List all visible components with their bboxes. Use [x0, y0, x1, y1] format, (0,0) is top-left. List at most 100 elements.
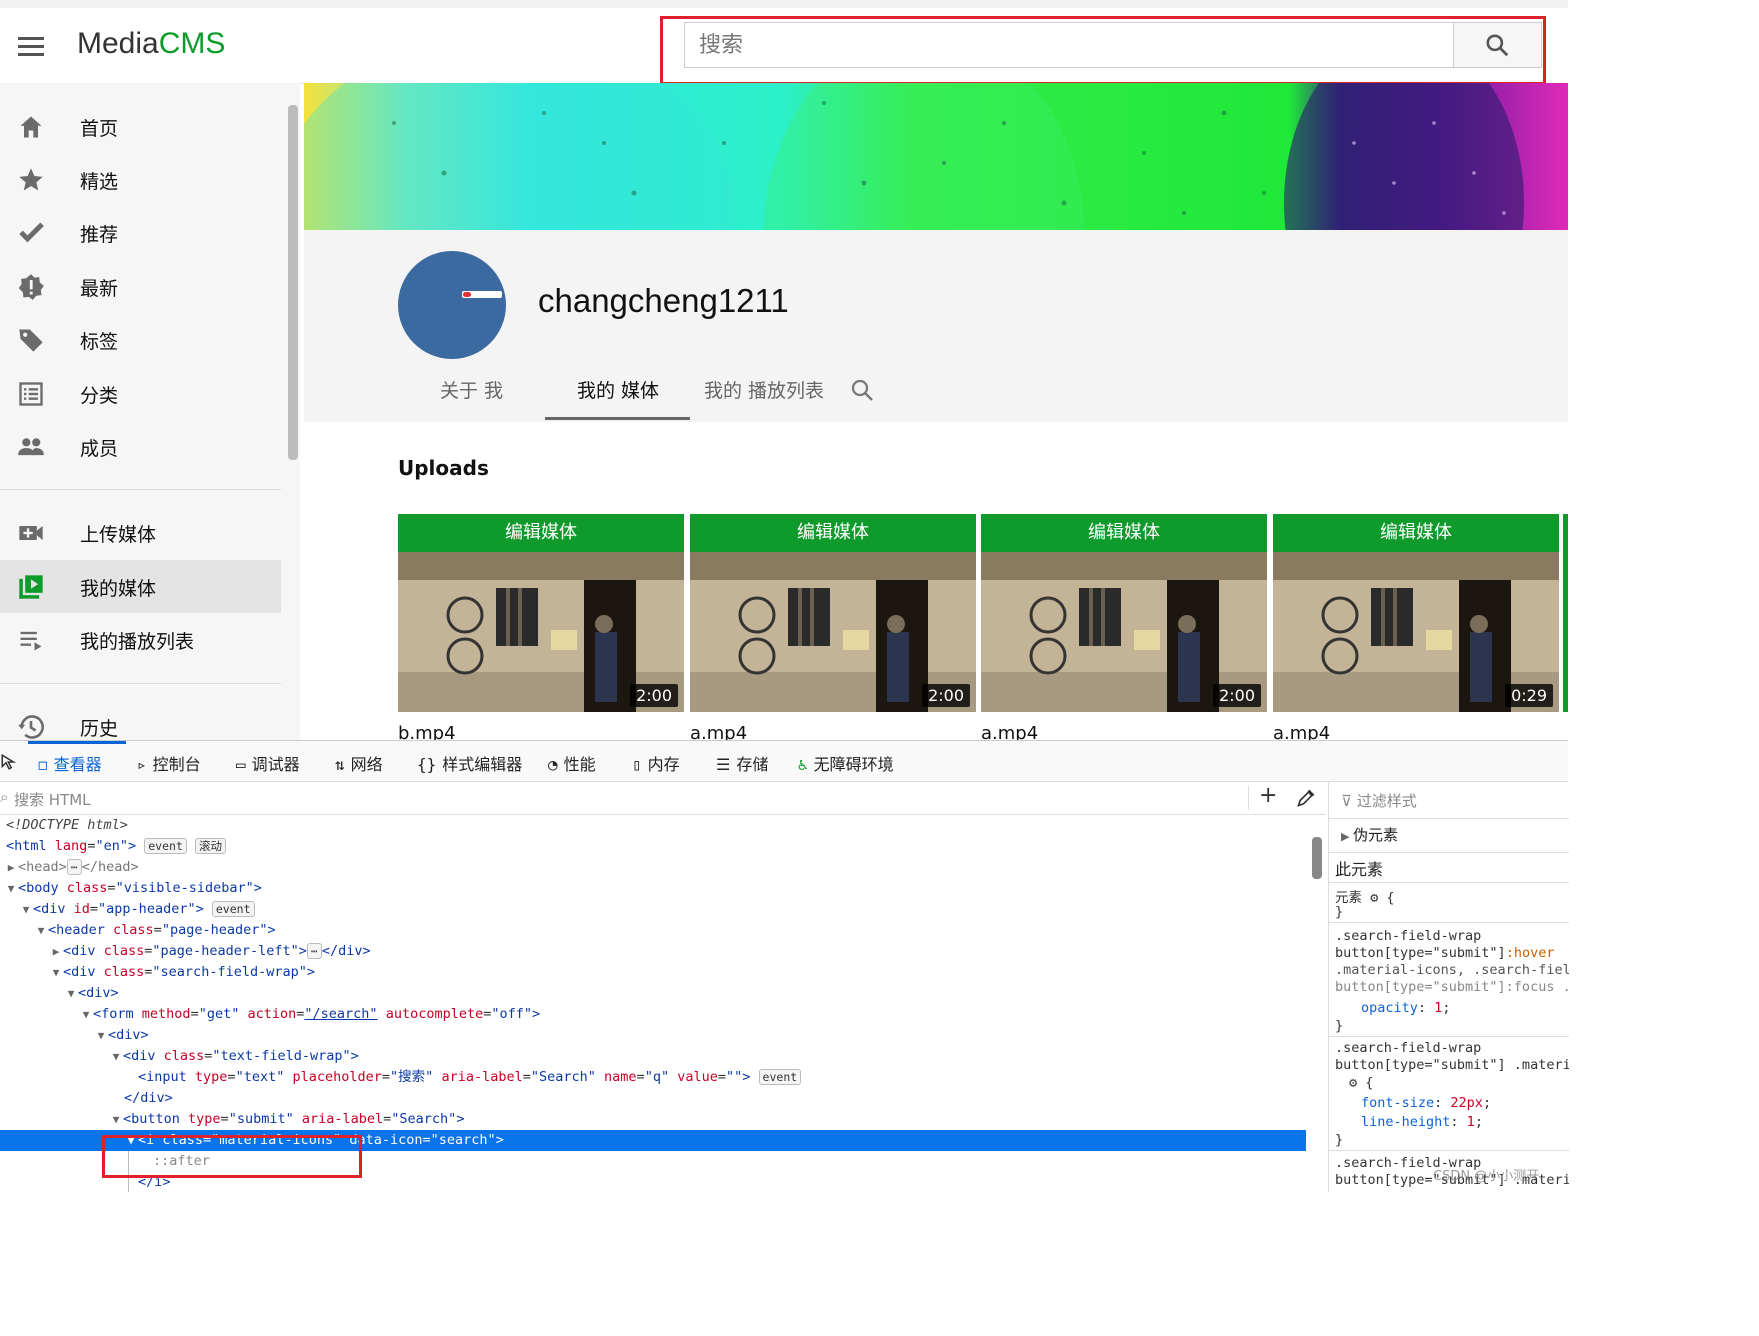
search-html-input[interactable]: 搜索 HTML	[14, 789, 91, 810]
tab-my-playlists[interactable]: 我的 播放列表	[704, 376, 824, 403]
collapse-arrow-icon[interactable]: ▼	[94, 1025, 108, 1046]
rule-selector[interactable]: .search-field-wrap	[1335, 928, 1481, 944]
tag-icon	[19, 329, 43, 352]
tag-close: </div>	[124, 1090, 173, 1106]
logo[interactable]: MediaCMS	[77, 27, 225, 61]
attr-name: lang	[54, 838, 88, 854]
sidebar-item-home[interactable]: 首页	[0, 100, 281, 153]
dom-node-div[interactable]: ▼ <div>	[0, 983, 1306, 1004]
rule-selector[interactable]: button[type="submit"]:focus .	[1335, 979, 1569, 995]
rule-selector[interactable]: .material-icons, .search-fiel	[1335, 962, 1569, 978]
element-picker-icon[interactable]	[0, 753, 18, 771]
scroll-badge[interactable]: 滚动	[195, 838, 227, 854]
sidebar-scrollbar[interactable]	[288, 105, 298, 460]
search-input[interactable]	[685, 23, 1453, 67]
attr-value: "search-field-wrap"	[152, 964, 307, 980]
dom-node-form[interactable]: ▼ <form method="get" action="/search" aut…	[0, 1004, 1306, 1025]
media-thumbnail[interactable]: 2:00	[690, 552, 976, 712]
dom-node-div[interactable]: ▼ <div>	[0, 1025, 1306, 1046]
css-declaration[interactable]: line-height: 1;	[1361, 1114, 1483, 1130]
devtools-tab-memory[interactable]: ▯ 内存	[632, 751, 680, 775]
edit-media-button[interactable]: 编辑媒体	[981, 514, 1267, 552]
devtools-tab-debugger[interactable]: ▭ 调试器	[236, 751, 300, 775]
devtools-tab-label: 内存	[647, 755, 680, 774]
dom-node-input[interactable]: <input type="text" placeholder="搜索" aria…	[0, 1067, 1306, 1088]
edit-media-button[interactable]: 编辑媒体	[398, 514, 684, 552]
collapse-arrow-icon[interactable]: ▼	[19, 899, 33, 920]
gear-icon[interactable]: ⚙	[1370, 890, 1378, 906]
collapsed-badge[interactable]: ⋯	[306, 943, 322, 959]
collapsed-badge[interactable]: ⋯	[66, 859, 82, 875]
channel-search-icon[interactable]	[850, 378, 874, 402]
sidebar-item-my-playlists[interactable]: 我的播放列表	[0, 613, 281, 666]
collapse-arrow-icon[interactable]: ▼	[109, 1046, 123, 1067]
attr-value-link[interactable]: "/search"	[304, 1006, 377, 1022]
devtools-tab-style-editor[interactable]: {} 样式编辑器	[417, 751, 522, 775]
collapse-arrow-icon[interactable]: ▼	[109, 1109, 123, 1130]
devtools-tab-storage[interactable]: ☰ 存储	[716, 751, 768, 775]
rule-selector[interactable]: .search-field-wrap	[1335, 1040, 1481, 1056]
event-badge[interactable]: event	[211, 901, 255, 917]
sidebar-item-categories[interactable]: 分类	[0, 367, 281, 420]
sidebar-item-tags[interactable]: 标签	[0, 313, 281, 366]
css-declaration[interactable]: font-size: 22px;	[1361, 1095, 1491, 1111]
media-thumbnail[interactable]: 2:00	[981, 552, 1267, 712]
tab-my-media[interactable]: 我的 媒体	[577, 376, 659, 403]
media-card[interactable]: 编辑媒体 0:29 a.mp4	[1273, 514, 1559, 744]
devtools-tab-accessibility[interactable]: ♿ 无障碍环境	[798, 751, 894, 775]
dom-tree-scrollbar[interactable]	[1312, 837, 1322, 879]
media-card[interactable]: 编辑媒体 2:00 a.mp4	[690, 514, 976, 744]
devtools-tab-network[interactable]: ⇅ 网络	[335, 751, 383, 775]
dom-node-html[interactable]: <html lang="en"> event 滚动	[0, 836, 1306, 857]
dom-node-div-close[interactable]: </div>	[0, 1088, 1306, 1109]
collapse-arrow-icon[interactable]: ▼	[4, 878, 18, 899]
devtools-tab-performance[interactable]: ◔ 性能	[548, 751, 596, 775]
storage-icon: ☰	[716, 755, 731, 774]
edit-media-button[interactable]: 编辑媒体	[690, 514, 976, 552]
collapse-arrow-icon[interactable]: ▼	[49, 962, 63, 983]
media-card[interactable]: 编辑媒体 2:00 a.mp4	[981, 514, 1267, 744]
media-thumbnail[interactable]: 2:00	[398, 552, 684, 712]
dom-node-page-header-left[interactable]: ▶ <div class="page-header-left"> ⋯ </div>	[0, 941, 1306, 962]
sidebar-item-my-media[interactable]: 我的媒体	[0, 560, 281, 613]
event-badge[interactable]: event	[758, 1069, 802, 1085]
filter-styles-input[interactable]: ⊽ 过滤样式	[1341, 790, 1417, 811]
media-thumbnail[interactable]: 0:29	[1273, 552, 1559, 712]
expand-arrow-icon[interactable]: ▶	[4, 857, 18, 878]
sidebar-item-upload-media[interactable]: 上传媒体	[0, 506, 281, 559]
devtools-tab-inspector[interactable]: ◻ 查看器	[38, 751, 102, 775]
dom-node-search-field-wrap[interactable]: ▼ <div class="search-field-wrap">	[0, 962, 1306, 983]
add-node-icon[interactable]: +	[1259, 783, 1277, 808]
collapse-arrow-icon[interactable]: ▼	[34, 920, 48, 941]
css-declaration[interactable]: opacity: 1;	[1361, 1000, 1450, 1016]
event-badge[interactable]: event	[144, 838, 187, 854]
dom-node-doctype[interactable]: <!DOCTYPE html>	[0, 815, 1306, 836]
element-rule[interactable]: 元素 ⚙ {	[1335, 886, 1395, 906]
dom-node-text-field-wrap[interactable]: ▼ <div class="text-field-wrap">	[0, 1046, 1306, 1067]
dom-node-head[interactable]: ▶ <head> ⋯ </head>	[0, 857, 1306, 878]
sidebar-item-latest[interactable]: 最新	[0, 260, 281, 313]
sidebar-item-recommended[interactable]: 推荐	[0, 206, 281, 259]
avatar[interactable]	[398, 251, 506, 359]
rule-gear[interactable]: ⚙ {	[1349, 1075, 1373, 1091]
search-button[interactable]	[1453, 23, 1540, 67]
edit-media-button[interactable]: 编辑媒体	[1273, 514, 1559, 552]
sidebar-item-featured[interactable]: 精选	[0, 153, 281, 206]
collapse-arrow-icon[interactable]: ▼	[64, 983, 78, 1004]
expand-arrow-icon[interactable]: ▶	[49, 941, 63, 962]
tab-about[interactable]: 关于 我	[440, 376, 503, 403]
devtools-tab-console[interactable]: ▹ 控制台	[137, 751, 201, 775]
sidebar-item-history[interactable]: 历史	[0, 700, 281, 740]
dom-node-page-header[interactable]: ▼ <header class="page-header">	[0, 920, 1306, 941]
eyedropper-icon[interactable]	[1296, 788, 1316, 808]
dom-node-app-header[interactable]: ▼ <div id="app-header"> event	[0, 899, 1306, 920]
dom-node-body[interactable]: ▼ <body class="visible-sidebar">	[0, 878, 1306, 899]
rule-selector[interactable]: button[type="submit"]:hover	[1335, 945, 1554, 961]
pseudo-elements-toggle[interactable]: ▶ 伪元素	[1341, 824, 1398, 845]
collapse-arrow-icon[interactable]: ▼	[79, 1004, 93, 1025]
sidebar-item-members[interactable]: 成员	[0, 420, 281, 473]
rule-selector[interactable]: button[type="submit"] .materi	[1335, 1057, 1569, 1073]
dom-node-button[interactable]: ▼ <button type="submit" aria-label="Searc…	[0, 1109, 1306, 1130]
menu-icon[interactable]	[18, 37, 44, 61]
media-card[interactable]: 编辑媒体 2:00 b.mp4	[398, 514, 684, 744]
